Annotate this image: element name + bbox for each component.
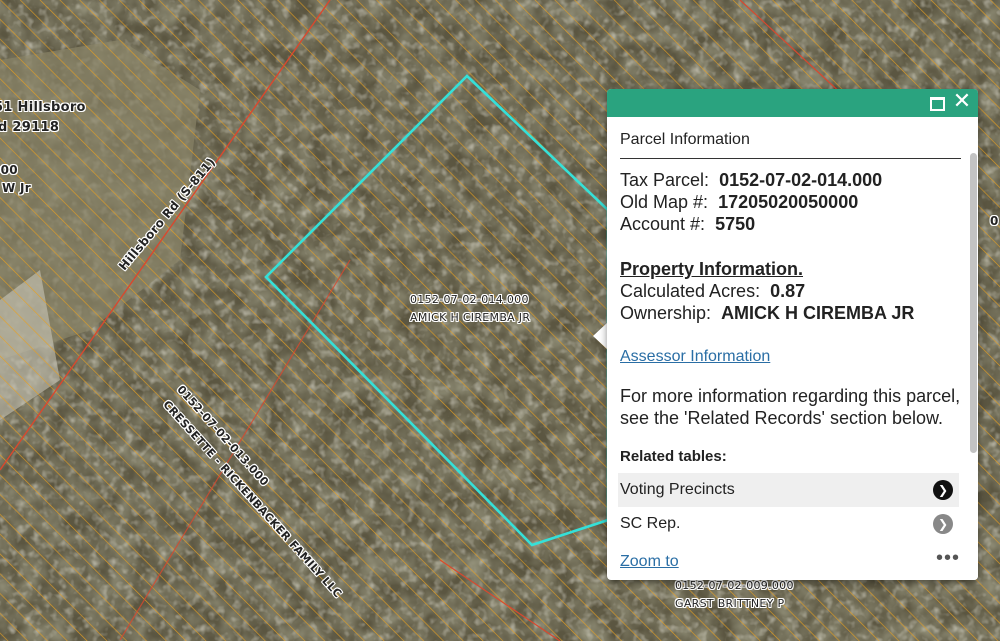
- map-label-parcel-009-id: 0152-07-02-009.000: [675, 579, 794, 592]
- tax-parcel-value: 0152-07-02-014.000: [719, 170, 883, 190]
- acres-value: 0.87: [770, 281, 806, 301]
- chevron-right-icon[interactable]: ❯: [933, 514, 953, 534]
- map-label-right-fragment: 0: [990, 214, 999, 228]
- map-label-owner-left: W Jr: [2, 181, 31, 195]
- popup-pointer: [593, 322, 608, 350]
- property-info-title: Property Information.: [620, 259, 804, 279]
- tax-parcel-label: Tax Parcel:: [620, 170, 710, 190]
- parcel-popup: ✕ Parcel Information Tax Parcel: 0152-07…: [607, 89, 978, 580]
- account-row: Account #: 5750: [620, 213, 969, 235]
- account-value: 5750: [715, 214, 756, 234]
- acres-row: Calculated Acres: 0.87: [620, 280, 969, 302]
- assessor-information-link[interactable]: Assessor Information: [620, 348, 770, 365]
- map-label-address: 51 Hillsboro: [0, 100, 86, 115]
- scrollbar-thumb[interactable]: [970, 153, 977, 453]
- related-item-label: Voting Precincts: [620, 481, 735, 498]
- related-item-sc-rep[interactable]: SC Rep. ❯: [618, 507, 959, 541]
- map-label-address-zip: d 29118: [0, 120, 60, 135]
- close-icon[interactable]: ✕: [952, 91, 972, 113]
- related-item-label: SC Rep.: [620, 515, 681, 532]
- old-map-row: Old Map #: 17205020050000: [620, 191, 969, 213]
- account-label: Account #:: [620, 214, 706, 234]
- related-tables-title: Related tables:: [620, 448, 727, 465]
- map-label-parcel-id: 0152-07-02-014.000: [410, 293, 529, 306]
- ownership-row: Ownership: AMICK H CIREMBA JR: [620, 302, 969, 324]
- popup-header: ✕: [607, 89, 978, 117]
- map-label-parcel-owner: AMICK H CIREMBA JR: [410, 311, 531, 324]
- popup-footer: Zoom to •••: [620, 547, 960, 575]
- maximize-icon[interactable]: [927, 93, 947, 113]
- ownership-label: Ownership:: [620, 303, 712, 323]
- old-map-value: 17205020050000: [718, 192, 859, 212]
- map-label-parcel-left: 000: [0, 163, 18, 177]
- zoom-to-link[interactable]: Zoom to: [620, 553, 679, 571]
- related-item-voting-precincts[interactable]: Voting Precincts ❯: [618, 473, 959, 507]
- popup-body: Parcel Information Tax Parcel: 0152-07-0…: [607, 117, 969, 580]
- more-icon[interactable]: •••: [936, 547, 960, 570]
- tax-parcel-row: Tax Parcel: 0152-07-02-014.000: [620, 169, 969, 191]
- popup-title: Parcel Information: [620, 131, 961, 159]
- chevron-right-icon[interactable]: ❯: [933, 480, 953, 500]
- map-label-parcel-009-owner: GARST BRITTNEY P: [675, 597, 785, 610]
- old-map-label: Old Map #:: [620, 192, 709, 212]
- acres-label: Calculated Acres:: [620, 281, 761, 301]
- related-records-note: For more information regarding this parc…: [620, 386, 961, 428]
- ownership-value: AMICK H CIREMBA JR: [721, 303, 915, 323]
- popup-scrollbar[interactable]: [969, 117, 978, 580]
